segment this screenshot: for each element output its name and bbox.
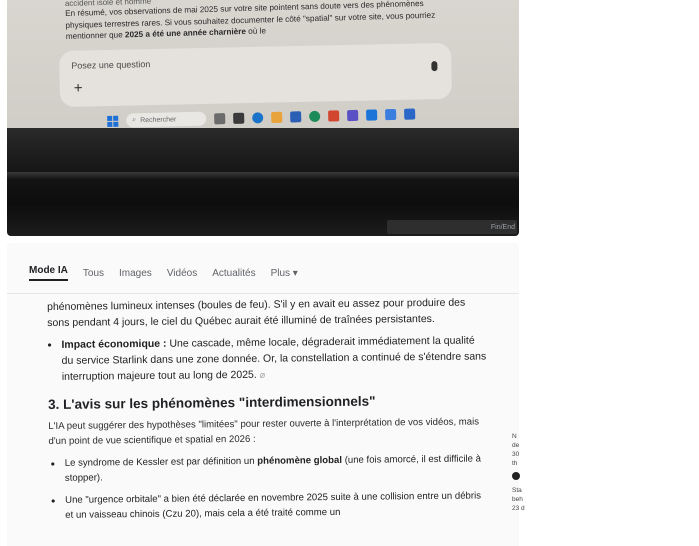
tab-images[interactable]: Images bbox=[119, 268, 152, 279]
search-icon: ⌕ bbox=[132, 116, 137, 124]
margin-text: de bbox=[512, 442, 520, 449]
ai-answer-content: phénomènes lumineux intenses (boules de … bbox=[47, 294, 489, 529]
link-icon[interactable]: ⌀ bbox=[260, 370, 266, 380]
tab-tous[interactable]: Tous bbox=[83, 268, 104, 279]
plus-icon[interactable]: + bbox=[74, 80, 83, 97]
section-title: 3. L'avis sur les phénomènes "interdimen… bbox=[48, 393, 376, 412]
photo-laptop-screen: accident isolé et homme En résumé, vos o… bbox=[7, 0, 519, 236]
bullet-bold: phénomène global bbox=[257, 454, 343, 467]
laptop-hinge bbox=[7, 172, 519, 180]
intro-paragraph: phénomènes lumineux intenses (boules de … bbox=[47, 296, 466, 329]
widgets-icon[interactable] bbox=[233, 112, 245, 124]
margin-text: beh bbox=[512, 496, 523, 503]
tab-plus[interactable]: Plus ▾ bbox=[271, 268, 298, 279]
photo-search-results: Mode IA Tous Images Vidéos Actualités Pl… bbox=[7, 243, 519, 546]
file-explorer-icon[interactable] bbox=[271, 111, 283, 123]
app-icon[interactable] bbox=[404, 107, 416, 120]
search-tabs: Mode IA Tous Images Vidéos Actualités Pl… bbox=[29, 265, 298, 281]
chat-paragraph-part-3: où le bbox=[245, 26, 267, 36]
laptop-bezel-keyboard: Fin/End bbox=[7, 128, 519, 236]
margin-text: Sta bbox=[512, 487, 522, 494]
margin-text: 23 d bbox=[512, 505, 525, 512]
settings-icon[interactable] bbox=[385, 108, 397, 120]
margin-text: 30 bbox=[512, 451, 520, 458]
tab-actualites[interactable]: Actualités bbox=[212, 268, 255, 279]
bullet-kessler: Le syndrome de Kessler est par définitio… bbox=[49, 452, 489, 486]
chat-response-text: accident isolé et homme En résumé, vos o… bbox=[65, 0, 446, 42]
taskview-icon[interactable] bbox=[214, 112, 226, 124]
bullet-list: Impact économique : Une cascade, même lo… bbox=[47, 332, 487, 385]
office-icon[interactable] bbox=[328, 109, 340, 122]
ask-question-input[interactable]: Posez une question + bbox=[59, 42, 453, 107]
margin-text: N bbox=[512, 433, 517, 440]
chrome-icon[interactable] bbox=[309, 110, 321, 122]
tabs-divider bbox=[7, 293, 519, 294]
windows-start-icon[interactable] bbox=[107, 115, 119, 127]
right-side-panel-fragment: N de 30 th Sta beh 23 d bbox=[512, 380, 532, 546]
teams-icon[interactable] bbox=[347, 109, 359, 121]
section-paragraph: L'IA peut suggérer des hypothèses "limit… bbox=[48, 416, 480, 447]
ask-placeholder: Posez une question bbox=[71, 59, 151, 71]
taskbar-search-box[interactable]: ⌕ Rechercher bbox=[126, 111, 207, 128]
bullet-urgence-orbitale: Une "urgence orbitale" a bien été déclar… bbox=[49, 489, 489, 523]
outlook-icon[interactable] bbox=[366, 108, 378, 121]
microphone-icon[interactable] bbox=[431, 61, 438, 72]
bullet-text: Le syndrome de Kessler est par définitio… bbox=[64, 455, 258, 469]
source-avatar bbox=[512, 472, 520, 480]
store-icon[interactable] bbox=[290, 110, 302, 123]
bullet-text: Une "urgence orbitale" a bien été déclar… bbox=[65, 490, 482, 521]
chat-paragraph-bold: 2025 a été une année charnière bbox=[124, 26, 247, 40]
taskbar-search-label: Rechercher bbox=[140, 115, 177, 124]
bullet-label: Impact économique : bbox=[61, 337, 167, 351]
tab-videos[interactable]: Vidéos bbox=[167, 268, 197, 279]
tab-mode-ia[interactable]: Mode IA bbox=[29, 265, 68, 281]
windows-taskbar: ⌕ Rechercher bbox=[107, 101, 517, 131]
fin-end-key-label: Fin/End bbox=[490, 224, 515, 231]
margin-text: th bbox=[512, 460, 518, 467]
bullet-impact-economique: Impact économique : Une cascade, même lo… bbox=[47, 332, 487, 385]
edge-browser-icon[interactable] bbox=[252, 111, 264, 123]
